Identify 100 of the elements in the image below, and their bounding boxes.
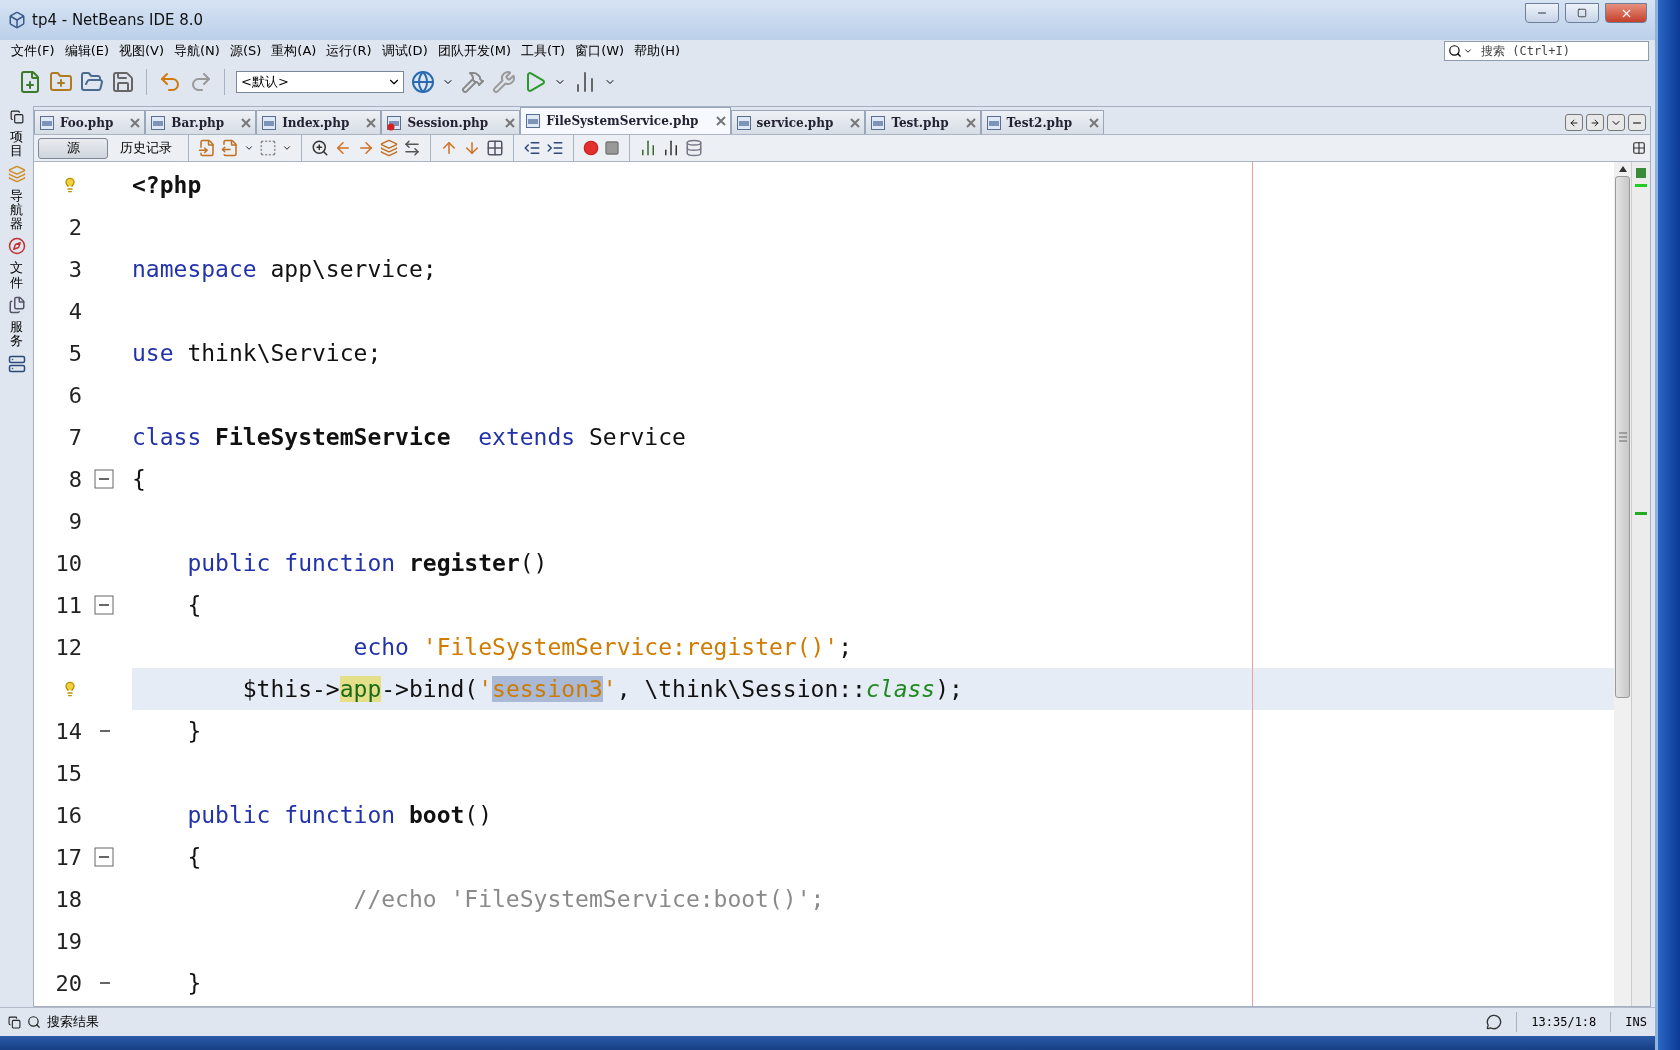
speech-bubble-icon[interactable]	[1486, 1014, 1503, 1030]
globe-icon[interactable]	[411, 70, 435, 94]
arrow-down-icon[interactable]	[463, 139, 481, 157]
side-panel-tab[interactable]: 文件	[10, 261, 23, 291]
zoom-in-icon[interactable]	[311, 139, 329, 157]
scroll-up-icon[interactable]	[1618, 166, 1627, 172]
layers-icon[interactable]	[380, 139, 398, 157]
arrow-right-icon[interactable]	[357, 139, 375, 157]
code-line: public function boot()	[186, 802, 493, 828]
menu-item[interactable]: 窗口(W)	[570, 42, 630, 60]
dropdown-value: <默认>	[241, 73, 289, 91]
search-menu-icon[interactable]	[1448, 44, 1473, 58]
minimize-button[interactable]	[1525, 3, 1559, 23]
close-icon[interactable]	[130, 117, 141, 128]
line-number: 6	[68, 382, 82, 408]
undo-icon[interactable]	[158, 70, 182, 94]
hammer-icon[interactable]	[461, 70, 485, 94]
menu-item[interactable]: 导航(N)	[169, 42, 225, 60]
fold-collapse-icon[interactable]	[94, 469, 114, 489]
scrollbar[interactable]	[1614, 162, 1631, 1006]
close-icon[interactable]	[505, 117, 516, 128]
line-number: 3	[68, 256, 82, 282]
file-tab[interactable]: Bar.php	[145, 110, 257, 134]
file-tab[interactable]: Foo.php	[34, 110, 146, 134]
insert-mode: INS	[1625, 1015, 1647, 1029]
file-tab[interactable]: Test.php	[865, 110, 981, 134]
indent-icon[interactable]	[546, 139, 564, 157]
menu-item[interactable]: 源(S)	[224, 42, 267, 60]
fold-collapse-icon[interactable]	[94, 847, 114, 867]
code-line: public function register()	[186, 550, 548, 576]
view-tab[interactable]: 源	[38, 137, 108, 159]
code-line: }	[186, 718, 202, 744]
close-icon[interactable]	[1089, 117, 1100, 128]
file-tab[interactable]: Session.php	[381, 110, 521, 134]
file-tab[interactable]: FileSystemService.php	[520, 107, 731, 134]
swap-icon[interactable]	[403, 139, 421, 157]
scroll-thumb[interactable]	[1615, 176, 1630, 698]
save-icon[interactable]	[111, 70, 135, 94]
open-folder-icon[interactable]	[80, 70, 104, 94]
close-icon[interactable]	[850, 117, 861, 128]
grid-icon[interactable]	[486, 139, 504, 157]
record-icon[interactable]	[583, 140, 599, 156]
side-panel-tab[interactable]: 导航器	[10, 188, 23, 232]
restore-window-icon[interactable]	[9, 110, 24, 124]
fold-collapse-icon[interactable]	[94, 595, 114, 615]
split-icon[interactable]	[1632, 141, 1646, 155]
file-out-icon[interactable]	[221, 139, 239, 157]
line-number: 7	[68, 424, 82, 450]
line-number: 5	[68, 340, 82, 366]
window-title: tp4 - NetBeans IDE 8.0	[32, 11, 205, 29]
close-icon[interactable]	[366, 117, 377, 128]
maximize-icon	[1577, 8, 1587, 18]
stripe-marker[interactable]	[1635, 512, 1647, 515]
outdent-icon[interactable]	[523, 139, 541, 157]
new-folder-icon[interactable]	[49, 70, 73, 94]
maximize-button[interactable]	[1565, 3, 1599, 23]
database-icon[interactable]	[685, 139, 703, 157]
menu-item[interactable]: 团队开发(M)	[432, 42, 517, 60]
close-button[interactable]	[1605, 3, 1647, 23]
dropdown-button[interactable]	[1607, 114, 1625, 131]
menu-item[interactable]: 视图(V)	[114, 42, 170, 60]
menu-item[interactable]: 文件(F)	[6, 42, 60, 60]
menu-item[interactable]: 编辑(E)	[59, 42, 114, 60]
menu-item[interactable]: 帮助(H)	[629, 42, 686, 60]
wrench-icon[interactable]	[492, 70, 516, 94]
maximize-button[interactable]	[1628, 114, 1646, 131]
menu-item[interactable]: 运行(R)	[321, 42, 377, 60]
menu-item[interactable]: 重构(A)	[266, 42, 322, 60]
close-icon[interactable]	[715, 116, 726, 126]
chart-icon[interactable]	[639, 139, 657, 157]
file-arrow-icon[interactable]	[198, 139, 216, 157]
new-file-icon[interactable]	[18, 70, 42, 94]
grip-icon	[1618, 432, 1627, 442]
side-panel-tab[interactable]: 服务	[10, 320, 23, 349]
menu-item[interactable]: 调试(D)	[376, 42, 433, 60]
dashed-square-icon[interactable]	[259, 139, 277, 157]
redo-icon[interactable]	[189, 70, 213, 94]
stripe-marker[interactable]	[1635, 184, 1647, 187]
code-line: class FileSystemService extends Service	[132, 424, 686, 450]
menu-item[interactable]: 工具(T)	[516, 42, 571, 60]
view-tab[interactable]: 历史记录	[113, 137, 179, 159]
file-tab[interactable]: Test2.php	[980, 110, 1105, 134]
search-field[interactable]: 搜索 (Ctrl+I)	[1444, 41, 1649, 61]
restore-window-icon[interactable]	[8, 1015, 21, 1029]
file-tab[interactable]: Index.php	[256, 110, 382, 134]
output-panel-tab[interactable]: 搜索结果	[47, 1013, 99, 1031]
bars-icon[interactable]	[662, 139, 680, 157]
caret-icon[interactable]	[244, 143, 254, 153]
side-panel-tab[interactable]: 项目	[10, 130, 23, 159]
code-line: namespace app\service;	[132, 256, 437, 282]
scroll-right-button[interactable]	[1586, 114, 1604, 131]
close-icon[interactable]	[965, 117, 976, 128]
line-number: 2	[68, 214, 82, 240]
close-icon[interactable]	[241, 117, 252, 128]
configuration-dropdown[interactable]: <默认>	[236, 71, 404, 93]
scroll-left-button[interactable]	[1565, 114, 1583, 131]
caret-icon[interactable]	[282, 143, 292, 153]
stop-icon[interactable]	[604, 140, 620, 156]
file-tab[interactable]: service.php	[730, 110, 866, 134]
line-number: 14	[55, 718, 82, 744]
